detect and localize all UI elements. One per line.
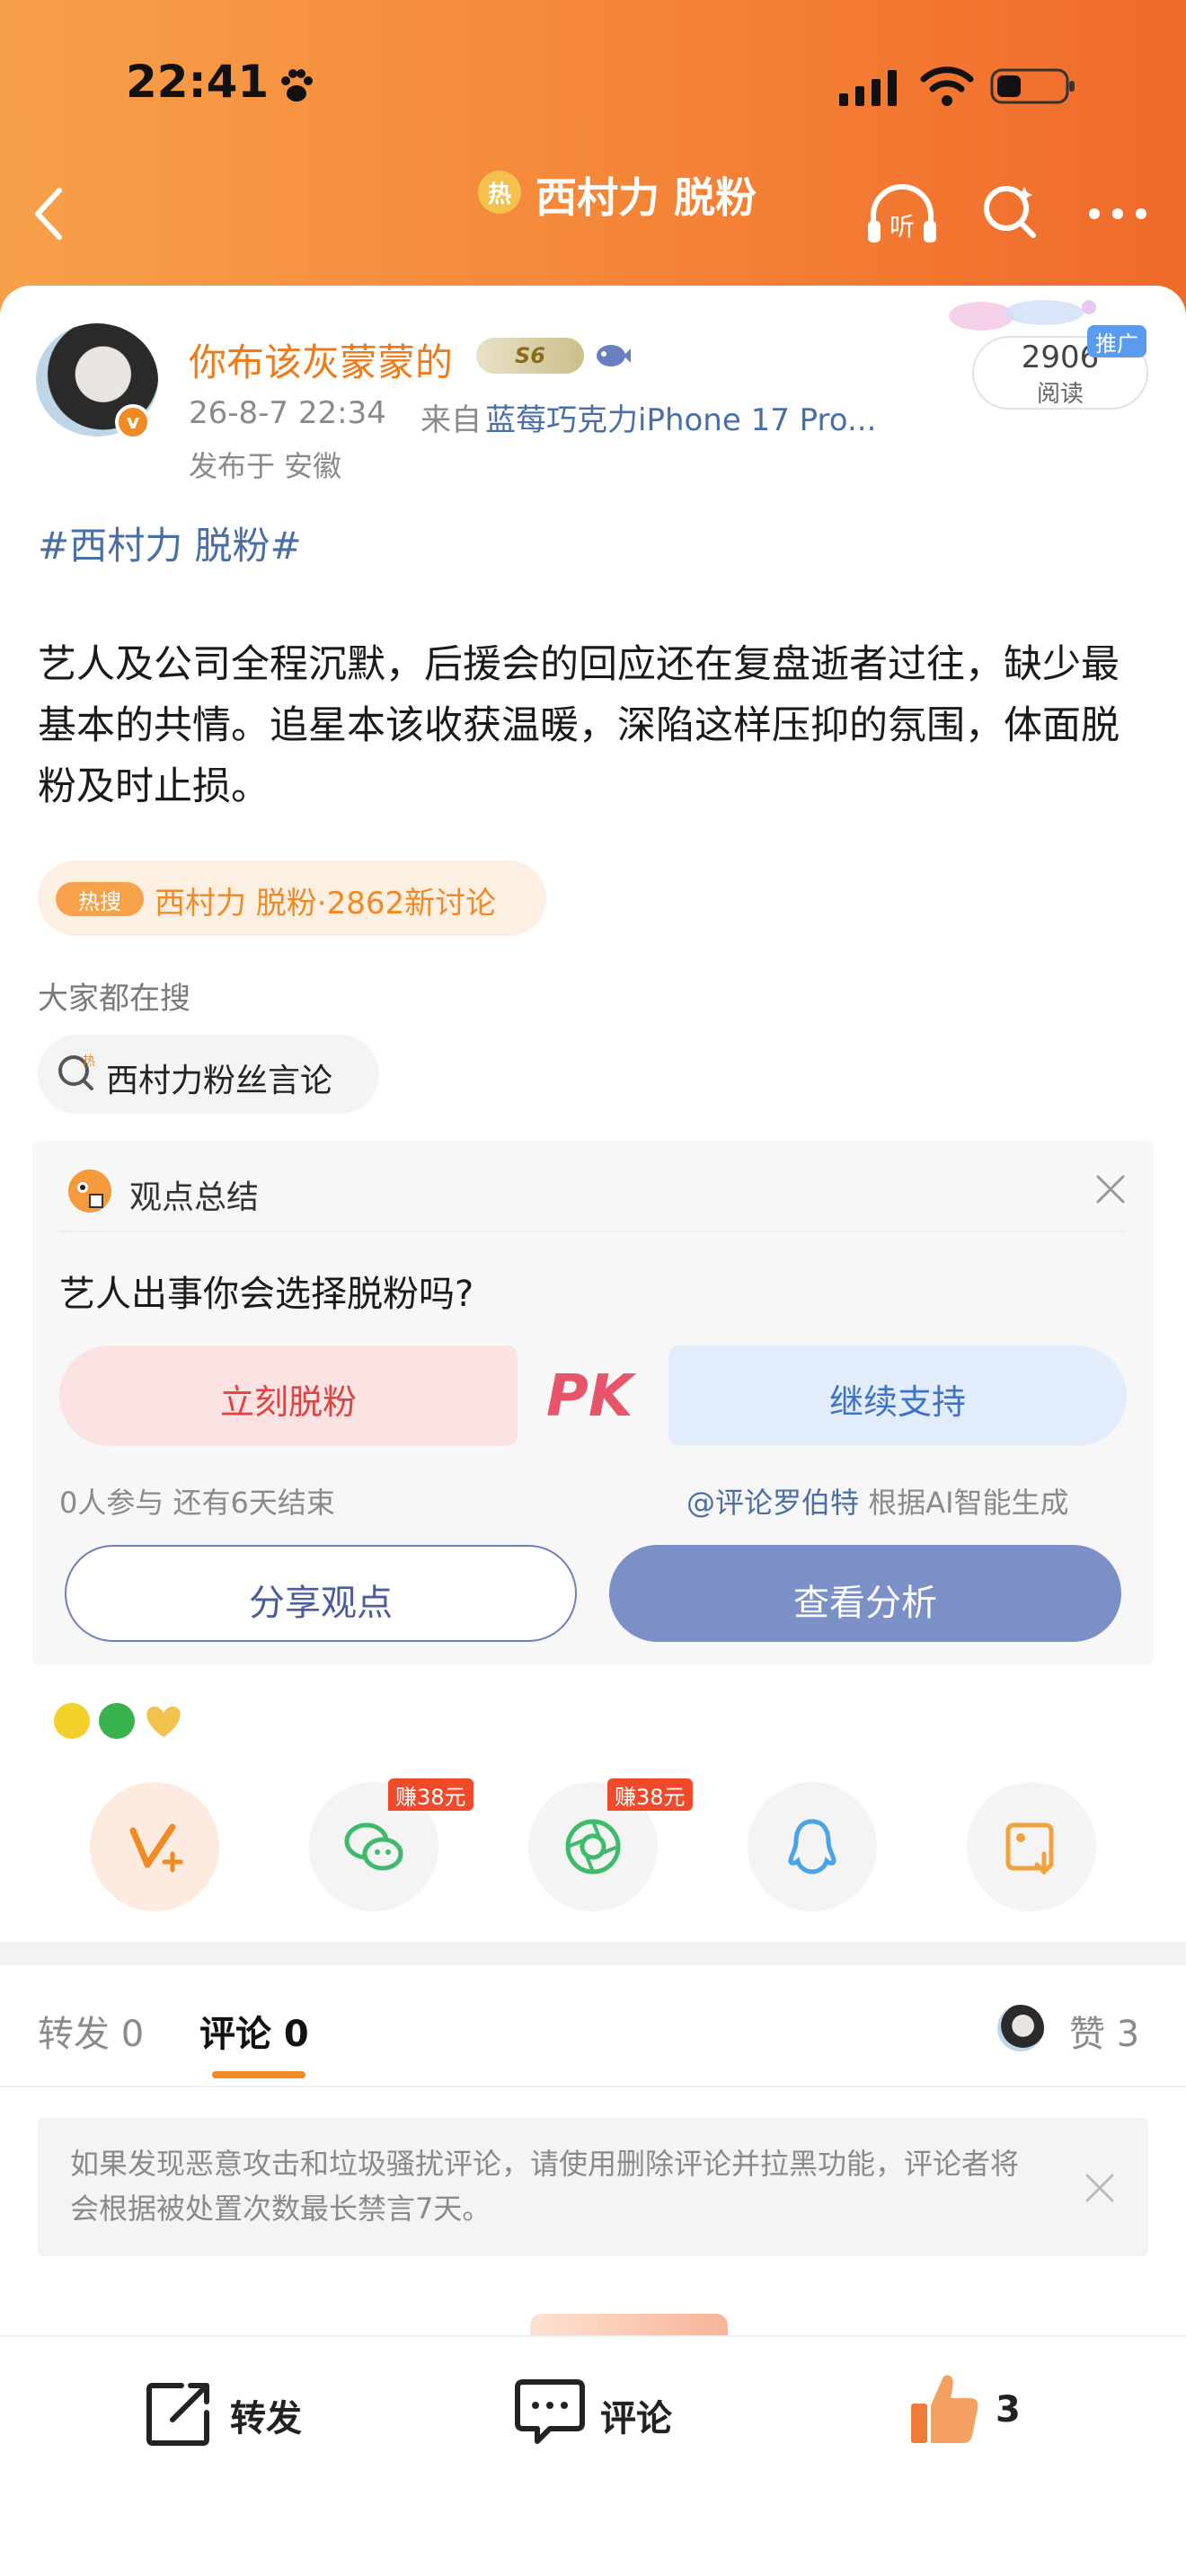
promo-decoration-icon: [949, 300, 1096, 331]
tab-comment[interactable]: 评论 0: [199, 2005, 309, 2057]
like-count: 3: [996, 2389, 1021, 2430]
close-icon[interactable]: [1084, 2172, 1116, 2204]
svg-text:热: 热: [83, 1054, 95, 1069]
svg-text:听: 听: [890, 212, 915, 242]
liker-avatar[interactable]: [997, 2005, 1044, 2051]
reaction-emoji-row[interactable]: [52, 1698, 196, 1742]
battery-icon: [990, 68, 1075, 104]
hot-topic-badge: 热: [478, 171, 521, 214]
ai-credit-suffix: 根据AI智能生成: [859, 1486, 1069, 1520]
verified-badge-icon: v: [115, 404, 151, 440]
decoration: [530, 2314, 728, 2337]
comment-icon[interactable]: [514, 2377, 586, 2447]
earn-badge: 赚38元: [388, 1778, 474, 1811]
tab-like[interactable]: 赞 3: [1069, 2005, 1139, 2057]
more-icon[interactable]: [1087, 207, 1148, 221]
post-device-link[interactable]: 蓝莓巧克力iPhone 17 Pro...: [485, 395, 876, 439]
thumbs-up-icon[interactable]: [907, 2369, 981, 2447]
post-body: 艺人及公司全程沉默，后援会的回应还在复盘逝者过往，缺少最基本的共情。追星本该收获…: [38, 642, 1120, 809]
weibo-repost-icon: [129, 1823, 183, 1873]
option-keep-supporting-label: 继续支持: [828, 1382, 966, 1422]
search-chip-label: 西村力粉丝言论: [106, 1063, 333, 1099]
post-time: 26-8-7 22:34: [189, 395, 386, 431]
status-time: 22:41: [126, 56, 270, 108]
option-quit-fandom-label: 立刻脱粉: [219, 1382, 357, 1422]
ai-credit-user-link[interactable]: @评论罗伯特: [686, 1486, 859, 1520]
pk-label: PK: [546, 1363, 633, 1430]
read-label: 阅读: [1036, 381, 1084, 408]
signal-icon: [839, 70, 897, 106]
fish-badge-icon: [597, 345, 631, 366]
comment-notice-text: 如果发现恶意攻击和垃圾骚扰评论，请使用删除评论并拉黑功能，评论者将会根据被处置次…: [70, 2147, 1020, 2226]
comment-button-label[interactable]: 评论: [600, 2389, 672, 2441]
back-icon[interactable]: [31, 185, 66, 243]
opinion-question: 艺人出事你会选择脱粉吗?: [59, 1274, 474, 1315]
username[interactable]: 你布该灰蒙蒙的: [189, 332, 453, 387]
repost-button-label[interactable]: 转发: [230, 2389, 302, 2441]
share-opinion-label: 分享观点: [249, 1583, 393, 1624]
paw-icon: [281, 69, 313, 101]
ai-credit: @评论罗伯特 根据AI智能生成: [686, 1480, 1069, 1522]
divider: [59, 1231, 1127, 1232]
green-circle-emoji-icon: [99, 1703, 135, 1739]
tab-repost[interactable]: 转发 0: [38, 2005, 144, 2057]
listen-icon[interactable]: 听: [864, 181, 940, 246]
header-bar: [0, 0, 1186, 323]
mascot-icon: [68, 1169, 111, 1213]
qq-icon: [788, 1819, 836, 1875]
everyone-search-title: 大家都在搜: [38, 981, 190, 1017]
promo-tag: 推广: [1087, 325, 1146, 357]
participants-info: 0人参与 还有6天结束: [59, 1486, 335, 1520]
repost-icon[interactable]: [146, 2378, 214, 2447]
hot-search-tag: 热搜: [56, 882, 144, 916]
wifi-icon: [920, 66, 974, 106]
yellow-heart-emoji-icon: [146, 1707, 181, 1737]
wechat-icon: [344, 1822, 403, 1871]
divider: [0, 2086, 1186, 2087]
hot-search-icon: 热: [58, 1054, 95, 1090]
repost-weibo-button[interactable]: [90, 1782, 219, 1911]
opinion-title: 观点总结: [129, 1179, 260, 1216]
save-image-icon: [1005, 1822, 1054, 1875]
page-title: 西村力 脱粉: [535, 173, 757, 222]
bottom-action-bar: [0, 2335, 1186, 2576]
level-badge: S6: [476, 338, 584, 374]
post-source-prefix: 来自: [420, 402, 482, 438]
hot-search-text: 西村力 脱粉·2862新讨论: [155, 886, 497, 922]
close-icon[interactable]: [1094, 1173, 1127, 1205]
search-icon[interactable]: [981, 181, 1039, 243]
post-location: 发布于 安徽: [189, 449, 342, 483]
moments-icon: [565, 1819, 621, 1875]
view-analysis-label: 查看分析: [793, 1583, 937, 1624]
section-divider: [0, 1942, 1186, 1965]
yellow-circle-emoji-icon: [54, 1703, 90, 1739]
earn-badge: 赚38元: [607, 1778, 693, 1811]
save-image-button[interactable]: [967, 1782, 1096, 1911]
topic-link[interactable]: #西村力 脱粉#: [38, 516, 302, 570]
tab-active-indicator: [212, 2071, 305, 2078]
share-qq-button[interactable]: [748, 1782, 877, 1911]
